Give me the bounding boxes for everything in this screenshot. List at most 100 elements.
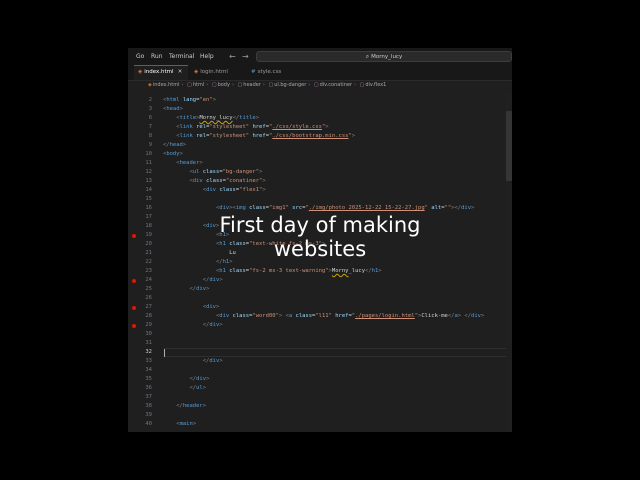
line-number: 27 — [145, 304, 152, 310]
code-line[interactable]: 36 </ul> — [128, 384, 512, 393]
code-text: <link rel="stylesheet" href="./css/boots… — [176, 133, 356, 139]
close-icon[interactable]: ✕ — [178, 69, 183, 75]
tag-icon: ▢ — [211, 82, 217, 88]
line-number: 11 — [145, 160, 152, 166]
code-line[interactable]: 23 <h1 class="fs-2 ms-3 text-warning">Mo… — [128, 267, 512, 276]
tab-style-css[interactable]: # style.css — [251, 65, 303, 80]
breadcrumb-item[interactable]: index.html — [153, 82, 180, 88]
breadcrumb-item[interactable]: html — [193, 82, 204, 88]
html-file-icon: ◈ — [138, 69, 143, 75]
search-text: Morny_lucy — [371, 54, 403, 60]
code-text: </div> — [189, 376, 210, 382]
line-number: 37 — [145, 394, 152, 400]
code-line[interactable]: 37 — [128, 393, 512, 402]
current-line-highlight — [164, 348, 512, 357]
code-line[interactable]: 3 <head> — [128, 105, 512, 114]
line-number: 31 — [145, 340, 152, 346]
line-number: 23 — [145, 268, 152, 274]
tab-login-html[interactable]: ◈ login.html — [194, 65, 246, 80]
code-line[interactable]: 29 </div> — [128, 321, 512, 330]
tag-icon: ▢ — [359, 82, 365, 88]
line-number: 22 — [145, 259, 152, 265]
code-line[interactable]: 17 — [128, 213, 512, 222]
code-line[interactable]: 8 <link rel="stylesheet" href="./css/boo… — [128, 132, 512, 141]
code-line[interactable]: 21 Lu — [128, 249, 512, 258]
code-text: <div><img class="img1" src="./img/photo_… — [215, 205, 475, 211]
code-text: Lu — [163, 250, 236, 256]
code-text: <main> — [176, 421, 197, 427]
line-number: 35 — [145, 376, 152, 382]
code-text: <header> — [176, 160, 203, 166]
code-text: </head> — [163, 142, 187, 148]
code-text: <div> — [202, 304, 220, 310]
code-line[interactable]: 40 <main> — [128, 420, 512, 429]
code-line[interactable]: 14 <div class="flex1"> — [128, 186, 512, 195]
code-text: <ul class="bg-danger"> — [189, 169, 263, 175]
arrow-right-icon[interactable]: → — [242, 48, 249, 65]
code-line[interactable]: 35 </div> — [128, 375, 512, 384]
line-number: 39 — [145, 412, 152, 418]
tab-label: style.css — [257, 69, 282, 75]
code-line[interactable]: 9 </head> — [128, 141, 512, 150]
line-number: 24 — [145, 277, 152, 283]
code-line[interactable]: 34 — [128, 366, 512, 375]
text-cursor — [164, 348, 165, 357]
line-number: 38 — [145, 403, 152, 409]
code-line[interactable]: 7 <link rel="stylesheet" href="./css/sty… — [128, 123, 512, 132]
line-number: 9 — [148, 142, 152, 148]
code-line[interactable]: 27 <div> — [128, 303, 512, 312]
code-text: <div> — [202, 223, 220, 229]
css-file-icon: # — [251, 69, 256, 75]
breadcrumb: ◈index.html › ▢html › ▢body › ▢header › ▢ul.… — [148, 82, 387, 88]
code-line[interactable]: 22 </h1> — [128, 258, 512, 267]
code-line[interactable]: 16 <div><img class="img1" src="./img/pho… — [128, 204, 512, 213]
breadcrumb-item[interactable]: header — [243, 82, 261, 88]
breadcrumb-item[interactable]: div.conatiner — [320, 82, 352, 88]
breadcrumb-item[interactable]: body — [218, 82, 230, 88]
code-line[interactable]: 12 <ul class="bg-danger"> — [128, 168, 512, 177]
tab-index-html[interactable]: ◈ index.html ✕ — [134, 65, 188, 80]
code-line[interactable]: 28 <div class="word00"> <a class="l11" h… — [128, 312, 512, 321]
scroll-thumb[interactable] — [506, 111, 512, 181]
code-line[interactable]: 15 — [128, 195, 512, 204]
code-line[interactable]: 25 </div> — [128, 285, 512, 294]
code-line[interactable]: 30 — [128, 330, 512, 339]
line-number: 16 — [145, 205, 152, 211]
code-line[interactable]: 26 — [128, 294, 512, 303]
arrow-left-icon[interactable]: ← — [229, 48, 236, 65]
title-bar: Go Run Terminal Help ← → ⌕ Morny_lucy — [128, 48, 512, 65]
breadcrumb-item[interactable]: ul.bg-danger — [274, 82, 306, 88]
code-line[interactable]: 2 <html lang="en"> — [128, 96, 512, 105]
scrollbar[interactable] — [506, 91, 512, 432]
code-editor[interactable]: 2 <html lang="en"> 3 <head> 6 <title>Morny_l… — [128, 91, 512, 432]
tag-icon: ▢ — [268, 82, 274, 88]
code-line[interactable]: 13 <div class="conatiner"> — [128, 177, 512, 186]
code-line[interactable]: 24 </div> — [128, 276, 512, 285]
line-number: 30 — [145, 331, 152, 337]
code-line[interactable]: 18 <div> — [128, 222, 512, 231]
code-line[interactable]: 20 <h1 class="text-white fs-2 ms-3"> — [128, 240, 512, 249]
line-number: 36 — [145, 385, 152, 391]
code-line[interactable]: 6 <title>Morny_lucy</title> — [128, 114, 512, 123]
code-line[interactable]: 11 <header> — [128, 159, 512, 168]
line-number: 15 — [145, 196, 152, 202]
code-line[interactable]: 31 — [128, 339, 512, 348]
code-line[interactable]: 10 <body> — [128, 150, 512, 159]
code-line[interactable]: 39 — [128, 411, 512, 420]
code-line[interactable]: 38 </header> — [128, 402, 512, 411]
menu-go[interactable]: Go — [136, 48, 144, 65]
line-number: 2 — [148, 97, 152, 103]
menu-terminal[interactable]: Terminal — [169, 48, 194, 65]
code-line[interactable]: 33 </div> — [128, 357, 512, 366]
breadcrumb-item[interactable]: div.flex1 — [365, 82, 386, 88]
code-line[interactable]: 19 <h1> — [128, 231, 512, 240]
code-text: </div> — [202, 358, 223, 364]
code-line[interactable]: 32 — [128, 348, 512, 357]
tab-label: index.html — [144, 69, 174, 75]
line-number: 28 — [145, 313, 152, 319]
command-center-search[interactable]: ⌕ Morny_lucy — [256, 51, 512, 62]
code-text: <h1 class="fs-2 ms-3 text-warning">Morny… — [215, 268, 382, 274]
menu-help[interactable]: Help — [200, 48, 214, 65]
vscode-window: Go Run Terminal Help ← → ⌕ Morny_lucy ◈ in… — [128, 48, 512, 432]
menu-run[interactable]: Run — [151, 48, 163, 65]
